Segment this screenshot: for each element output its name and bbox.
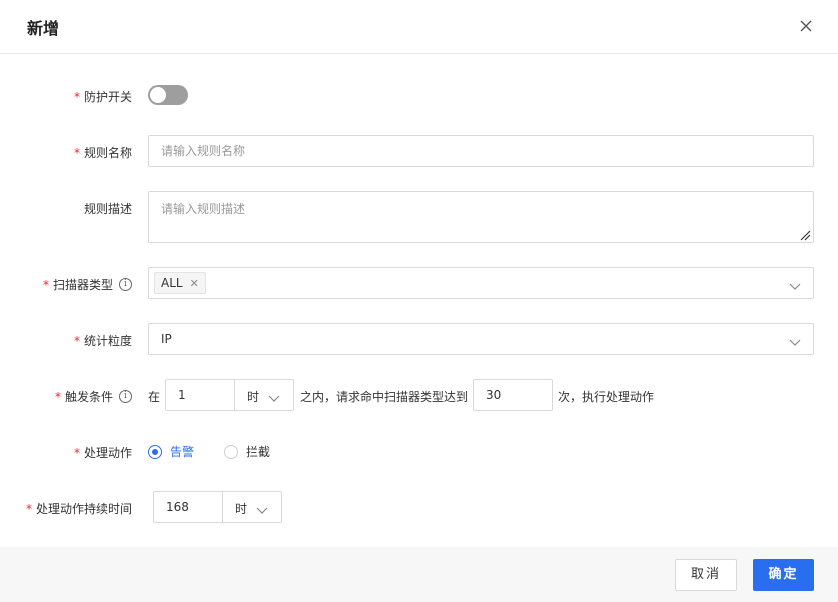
required-mark: * [73, 89, 80, 104]
action-duration-label: * 处理动作持续时间 [25, 501, 132, 517]
trigger-suffix-text: 次，执行处理动作 [558, 390, 655, 404]
chevron-down-icon [789, 336, 801, 346]
protection-switch-toggle[interactable] [148, 85, 188, 105]
cancel-button[interactable]: 取消 [675, 559, 737, 591]
scanner-type-select[interactable]: ALL ✕ [148, 267, 814, 299]
toggle-knob [150, 87, 166, 103]
dialog-title: 新增 [27, 19, 60, 38]
required-mark: * [25, 501, 32, 516]
required-mark: * [73, 445, 80, 460]
trigger-middle-text: 之内，请求命中扫描器类型达到 [300, 390, 469, 404]
required-mark: * [73, 333, 80, 348]
rule-name-label: * 规则名称 [73, 145, 132, 161]
action-duration-input[interactable] [153, 491, 223, 523]
info-icon[interactable]: i [119, 278, 132, 291]
rule-desc-label: 规则描述 [83, 202, 132, 216]
tag-close-icon[interactable]: ✕ [190, 277, 199, 290]
action-label: * 处理动作 [73, 445, 132, 461]
granularity-select[interactable]: IP [148, 323, 814, 355]
resize-handle-icon[interactable] [799, 229, 811, 241]
action-radio-block[interactable]: 拦截 [224, 443, 270, 460]
required-mark: * [54, 389, 61, 404]
rule-desc-textarea[interactable] [148, 191, 814, 243]
chevron-down-icon [268, 392, 280, 402]
chevron-down-icon [789, 280, 801, 290]
trigger-count-input[interactable] [473, 379, 553, 411]
confirm-button[interactable]: 确定 [753, 559, 814, 591]
action-duration-unit-select[interactable]: 时 [223, 491, 282, 523]
action-radio-alert[interactable]: 告警 [148, 443, 194, 460]
close-icon[interactable] [796, 16, 816, 36]
dialog-header: 新增 [0, 0, 838, 54]
scanner-type-label: * 扫描器类型 i [43, 276, 132, 293]
trigger-unit-select[interactable]: 时 [235, 379, 294, 411]
trigger-duration-input[interactable] [165, 379, 235, 411]
protection-switch-label: * 防护开关 [73, 89, 132, 105]
rule-name-input[interactable] [148, 135, 814, 167]
trigger-label: * 触发条件 i [55, 388, 132, 405]
radio-checked-icon [148, 444, 162, 459]
required-mark: * [73, 145, 80, 160]
dialog-footer: 取消 确定 [0, 547, 838, 602]
granularity-label: * 统计粒度 [73, 333, 132, 349]
trigger-prefix-text: 在 [148, 390, 161, 404]
required-mark: * [42, 277, 49, 292]
info-icon[interactable]: i [119, 390, 132, 403]
scanner-type-tag: ALL ✕ [154, 272, 206, 294]
granularity-value: IP [161, 332, 172, 346]
chevron-down-icon [256, 504, 268, 514]
radio-unchecked-icon [224, 444, 238, 459]
